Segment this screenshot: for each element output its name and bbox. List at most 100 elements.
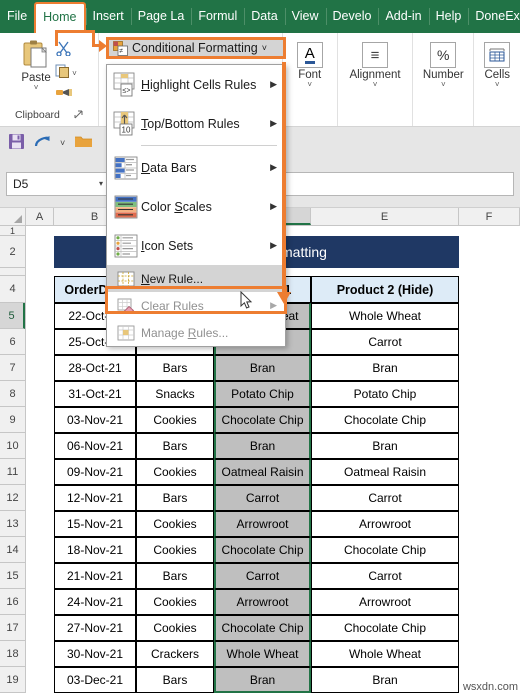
row-header-3[interactable] <box>0 268 25 276</box>
cell-product1[interactable]: Chocolate Chip <box>214 407 311 433</box>
cell-orderdate[interactable]: 30-Nov-21 <box>54 641 136 667</box>
paste-chevron-down-icon[interactable]: ˅ <box>34 84 39 92</box>
cell-product1[interactable]: Chocolate Chip <box>214 537 311 563</box>
row-header-6[interactable]: 6 <box>0 329 25 355</box>
cell-product2[interactable]: Carrot <box>311 485 459 511</box>
cell-product2[interactable]: Arrowroot <box>311 511 459 537</box>
cell-product1[interactable]: Oatmeal Raisin <box>214 459 311 485</box>
row-header-7[interactable]: 7 <box>0 355 25 381</box>
cell-orderdate[interactable]: 28-Oct-21 <box>54 355 136 381</box>
cell-orderdate[interactable]: 31-Oct-21 <box>54 381 136 407</box>
tab-page-layout[interactable]: Page La <box>130 0 192 33</box>
number-button[interactable]: % Number ˅ <box>423 37 464 89</box>
menu-item-manage-rules[interactable]: Manage Rules... <box>107 319 285 346</box>
column-header-a[interactable]: A <box>26 208 54 225</box>
cell-orderdate[interactable]: 24-Nov-21 <box>54 589 136 615</box>
tab-view[interactable]: View <box>284 0 326 33</box>
cell-a8[interactable] <box>26 381 54 407</box>
tab-help[interactable]: Help <box>428 0 469 33</box>
column-header-e[interactable]: E <box>311 208 459 225</box>
cell-orderdate[interactable]: 12-Nov-21 <box>54 485 136 511</box>
copy-icon[interactable] <box>55 64 70 83</box>
cell-product2[interactable]: Arrowroot <box>311 589 459 615</box>
row-header-2[interactable]: 2 <box>0 236 25 268</box>
cell-orderdate[interactable]: 03-Dec-21 <box>54 667 136 693</box>
cell-orderdate[interactable]: 06-Nov-21 <box>54 433 136 459</box>
cell-a19[interactable] <box>26 667 54 693</box>
cell-orderdate[interactable]: 03-Nov-21 <box>54 407 136 433</box>
menu-item-icon-sets[interactable]: Icon Sets ▶ <box>107 226 285 265</box>
row-header-14[interactable]: 14 <box>0 537 25 563</box>
cell-a18[interactable] <box>26 641 54 667</box>
cut-icon[interactable] <box>55 41 77 61</box>
cell-category[interactable]: Cookies <box>136 459 214 485</box>
cell-orderdate[interactable]: 15-Nov-21 <box>54 511 136 537</box>
menu-item-color-scales[interactable]: Color Scales ▶ <box>107 187 285 226</box>
cell-product2[interactable]: Bran <box>311 433 459 459</box>
cell-a2[interactable] <box>26 236 54 268</box>
cell-product1[interactable]: Arrowroot <box>214 589 311 615</box>
cell-category[interactable]: Snacks <box>136 381 214 407</box>
cells-chevron-down-icon[interactable]: ˅ <box>495 81 500 89</box>
cell-a5[interactable] <box>26 303 54 329</box>
cell-category[interactable]: Bars <box>136 485 214 511</box>
row-header-4[interactable]: 4 <box>0 276 25 303</box>
cell-a10[interactable] <box>26 433 54 459</box>
tab-doneex[interactable]: DoneEx <box>468 0 520 33</box>
cell-product2[interactable]: Whole Wheat <box>311 303 459 329</box>
cell-orderdate[interactable]: 21-Nov-21 <box>54 563 136 589</box>
row-header-1[interactable]: 1 <box>0 226 25 236</box>
cell-product1[interactable]: Arrowroot <box>214 511 311 537</box>
row-header-13[interactable]: 13 <box>0 511 25 537</box>
dialog-launcher-icon[interactable] <box>74 106 83 124</box>
menu-item-highlight-cells-rules[interactable]: ≤> Highlight Cells Rules ▶ <box>107 65 285 104</box>
cell-product2[interactable]: Chocolate Chip <box>311 615 459 641</box>
cell-product1[interactable]: Carrot <box>214 485 311 511</box>
cell-category[interactable]: Crackers <box>136 641 214 667</box>
tab-data[interactable]: Data <box>244 0 284 33</box>
cell-orderdate[interactable]: 09-Nov-21 <box>54 459 136 485</box>
cell-a11[interactable] <box>26 459 54 485</box>
font-button[interactable]: A Font ˅ <box>296 37 323 89</box>
cell-product2[interactable]: Carrot <box>311 329 459 355</box>
cell-product1[interactable]: Chocolate Chip <box>214 615 311 641</box>
cell-category[interactable]: Cookies <box>136 537 214 563</box>
cell-a6[interactable] <box>26 329 54 355</box>
save-icon[interactable] <box>8 133 25 155</box>
cell-product1[interactable]: Bran <box>214 433 311 459</box>
cell-product1[interactable]: Bran <box>214 355 311 381</box>
conditional-formatting-chevron-down-icon[interactable]: ˅ <box>262 43 267 53</box>
select-all-corner[interactable] <box>0 208 26 225</box>
cells-button[interactable]: Cells ˅ <box>484 37 511 89</box>
cell-product2[interactable]: Potato Chip <box>311 381 459 407</box>
cell-product2[interactable]: Whole Wheat <box>311 641 459 667</box>
tab-file[interactable]: File <box>0 0 34 33</box>
row-header-12[interactable]: 12 <box>0 485 25 511</box>
cell-a15[interactable] <box>26 563 54 589</box>
row-header-11[interactable]: 11 <box>0 459 25 485</box>
open-folder-icon[interactable] <box>74 134 93 154</box>
cell-category[interactable]: Cookies <box>136 615 214 641</box>
alignment-chevron-down-icon[interactable]: ˅ <box>373 81 378 89</box>
row-header-16[interactable]: 16 <box>0 589 25 615</box>
cell-product1[interactable]: Whole Wheat <box>214 641 311 667</box>
cell-product2[interactable]: Bran <box>311 667 459 693</box>
cell-product1[interactable]: Carrot <box>214 563 311 589</box>
cell-a7[interactable] <box>26 355 54 381</box>
cell-product2[interactable]: Oatmeal Raisin <box>311 459 459 485</box>
cell-category[interactable]: Cookies <box>136 511 214 537</box>
customize-qat-caret-icon[interactable]: ˅ <box>60 139 65 148</box>
number-chevron-down-icon[interactable]: ˅ <box>441 81 446 89</box>
menu-item-data-bars[interactable]: Data Bars ▶ <box>107 148 285 187</box>
paste-button[interactable]: Paste ˅ <box>21 39 51 92</box>
row-header-10[interactable]: 10 <box>0 433 25 459</box>
column-header-f[interactable]: F <box>459 208 520 225</box>
paintbrush-icon[interactable] <box>55 86 77 104</box>
redo-icon[interactable] <box>34 134 51 154</box>
cell-product2[interactable]: Bran <box>311 355 459 381</box>
cell-product2[interactable]: Chocolate Chip <box>311 407 459 433</box>
row-header-5[interactable]: 5 <box>0 303 25 329</box>
cell-a9[interactable] <box>26 407 54 433</box>
font-chevron-down-icon[interactable]: ˅ <box>307 81 312 89</box>
row-header-9[interactable]: 9 <box>0 407 25 433</box>
